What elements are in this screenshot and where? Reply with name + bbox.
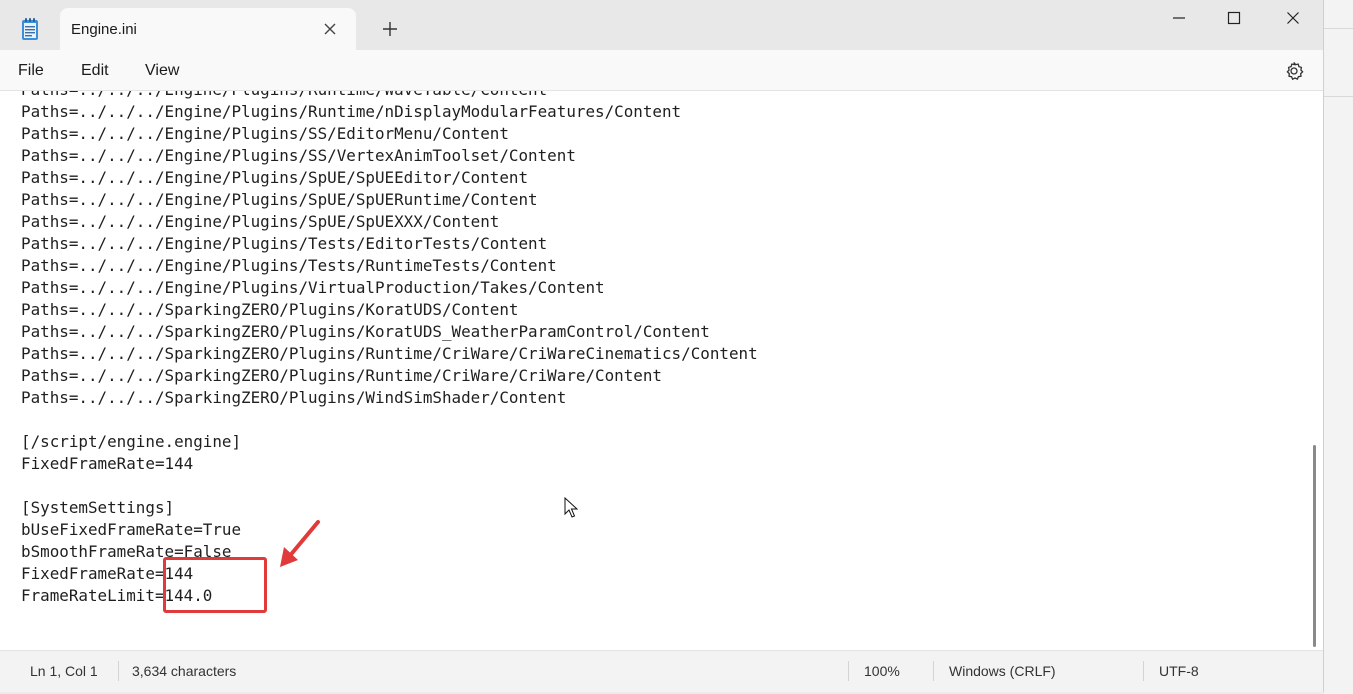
scrollbar-thumb[interactable] [1313,445,1316,647]
tab-engine-ini[interactable]: Engine.ini [60,8,356,50]
code-line: Paths=../../../SparkingZERO/Plugins/Kora… [21,322,710,341]
title-bar[interactable]: Engine.ini [0,0,1323,50]
code-line: Paths=../../../Engine/Plugins/SS/EditorM… [21,124,509,143]
status-divider [848,661,849,681]
status-divider [118,661,119,681]
code-line: Paths=../../../Engine/Plugins/SpUE/SpUEE… [21,168,529,187]
menu-file[interactable]: File [18,62,44,80]
notepad-window: Engine.ini File Edit View Paths=../../..… [0,0,1324,692]
code-line: Paths=../../../Engine/Plugins/Tests/Runt… [21,256,557,275]
code-line: FrameRateLimit=144.0 [21,586,213,605]
minimize-icon[interactable] [1167,6,1191,30]
status-divider [1143,661,1144,681]
background-divider [1324,28,1353,29]
background-divider [1324,96,1353,97]
highlight-box [163,557,267,613]
code-line: Paths=../../../Engine/Plugins/Runtime/nD… [21,102,682,121]
zoom-level[interactable]: 100% [864,663,900,679]
code-line: [SystemSettings] [21,498,175,517]
code-line: Paths=../../../SparkingZERO/Plugins/Wind… [21,388,567,407]
new-tab-icon[interactable] [378,17,402,41]
character-count: 3,634 characters [132,663,237,679]
background-window [1324,0,1353,694]
tab-close-icon[interactable] [322,21,338,37]
code-line: [/script/engine.engine] [21,432,242,451]
line-ending[interactable]: Windows (CRLF) [949,663,1056,679]
code-line: Paths=../../../Engine/Plugins/SS/VertexA… [21,146,576,165]
code-line: bUseFixedFrameRate=True [21,520,242,539]
cursor-position: Ln 1, Col 1 [30,663,98,679]
code-line: Paths=../../../SparkingZERO/Plugins/Kora… [21,300,519,319]
code-line: FixedFrameRate=144 [21,564,194,583]
encoding[interactable]: UTF-8 [1159,663,1199,679]
code-line: Paths=../../../SparkingZERO/Plugins/Runt… [21,366,662,385]
code-line: bSmoothFrameRate=False [21,542,232,561]
mouse-cursor-icon [564,497,578,518]
code-line: FixedFrameRate=144 [21,454,194,473]
annotation-arrow-icon [280,520,320,567]
menu-bar: File Edit View [0,50,1323,91]
status-divider [933,661,934,681]
code-line: Paths=../../../Engine/Plugins/SpUE/SpUEX… [21,212,500,231]
notepad-icon [22,18,38,40]
code-line: Paths=../../../Engine/Plugins/SpUE/SpUER… [21,190,538,209]
tab-title: Engine.ini [71,21,137,38]
code-line: Paths=../../../Engine/Plugins/VirtualPro… [21,278,605,297]
gear-icon[interactable] [1283,60,1305,82]
status-bar: Ln 1, Col 1 3,634 characters 100% Window… [0,650,1323,692]
menu-edit[interactable]: Edit [81,62,109,80]
code-line: Paths=../../../SparkingZERO/Plugins/Runt… [21,344,758,363]
vertical-scrollbar[interactable] [1310,91,1323,650]
code-line: Paths=../../../Engine/Plugins/Runtime/Wa… [21,91,758,101]
maximize-icon[interactable] [1222,6,1246,30]
editor-lines: Paths=../../../Engine/Plugins/Runtime/Wa… [21,91,758,607]
menu-view[interactable]: View [145,62,179,80]
window-close-icon[interactable] [1281,6,1305,30]
code-line: Paths=../../../Engine/Plugins/Tests/Edit… [21,234,548,253]
